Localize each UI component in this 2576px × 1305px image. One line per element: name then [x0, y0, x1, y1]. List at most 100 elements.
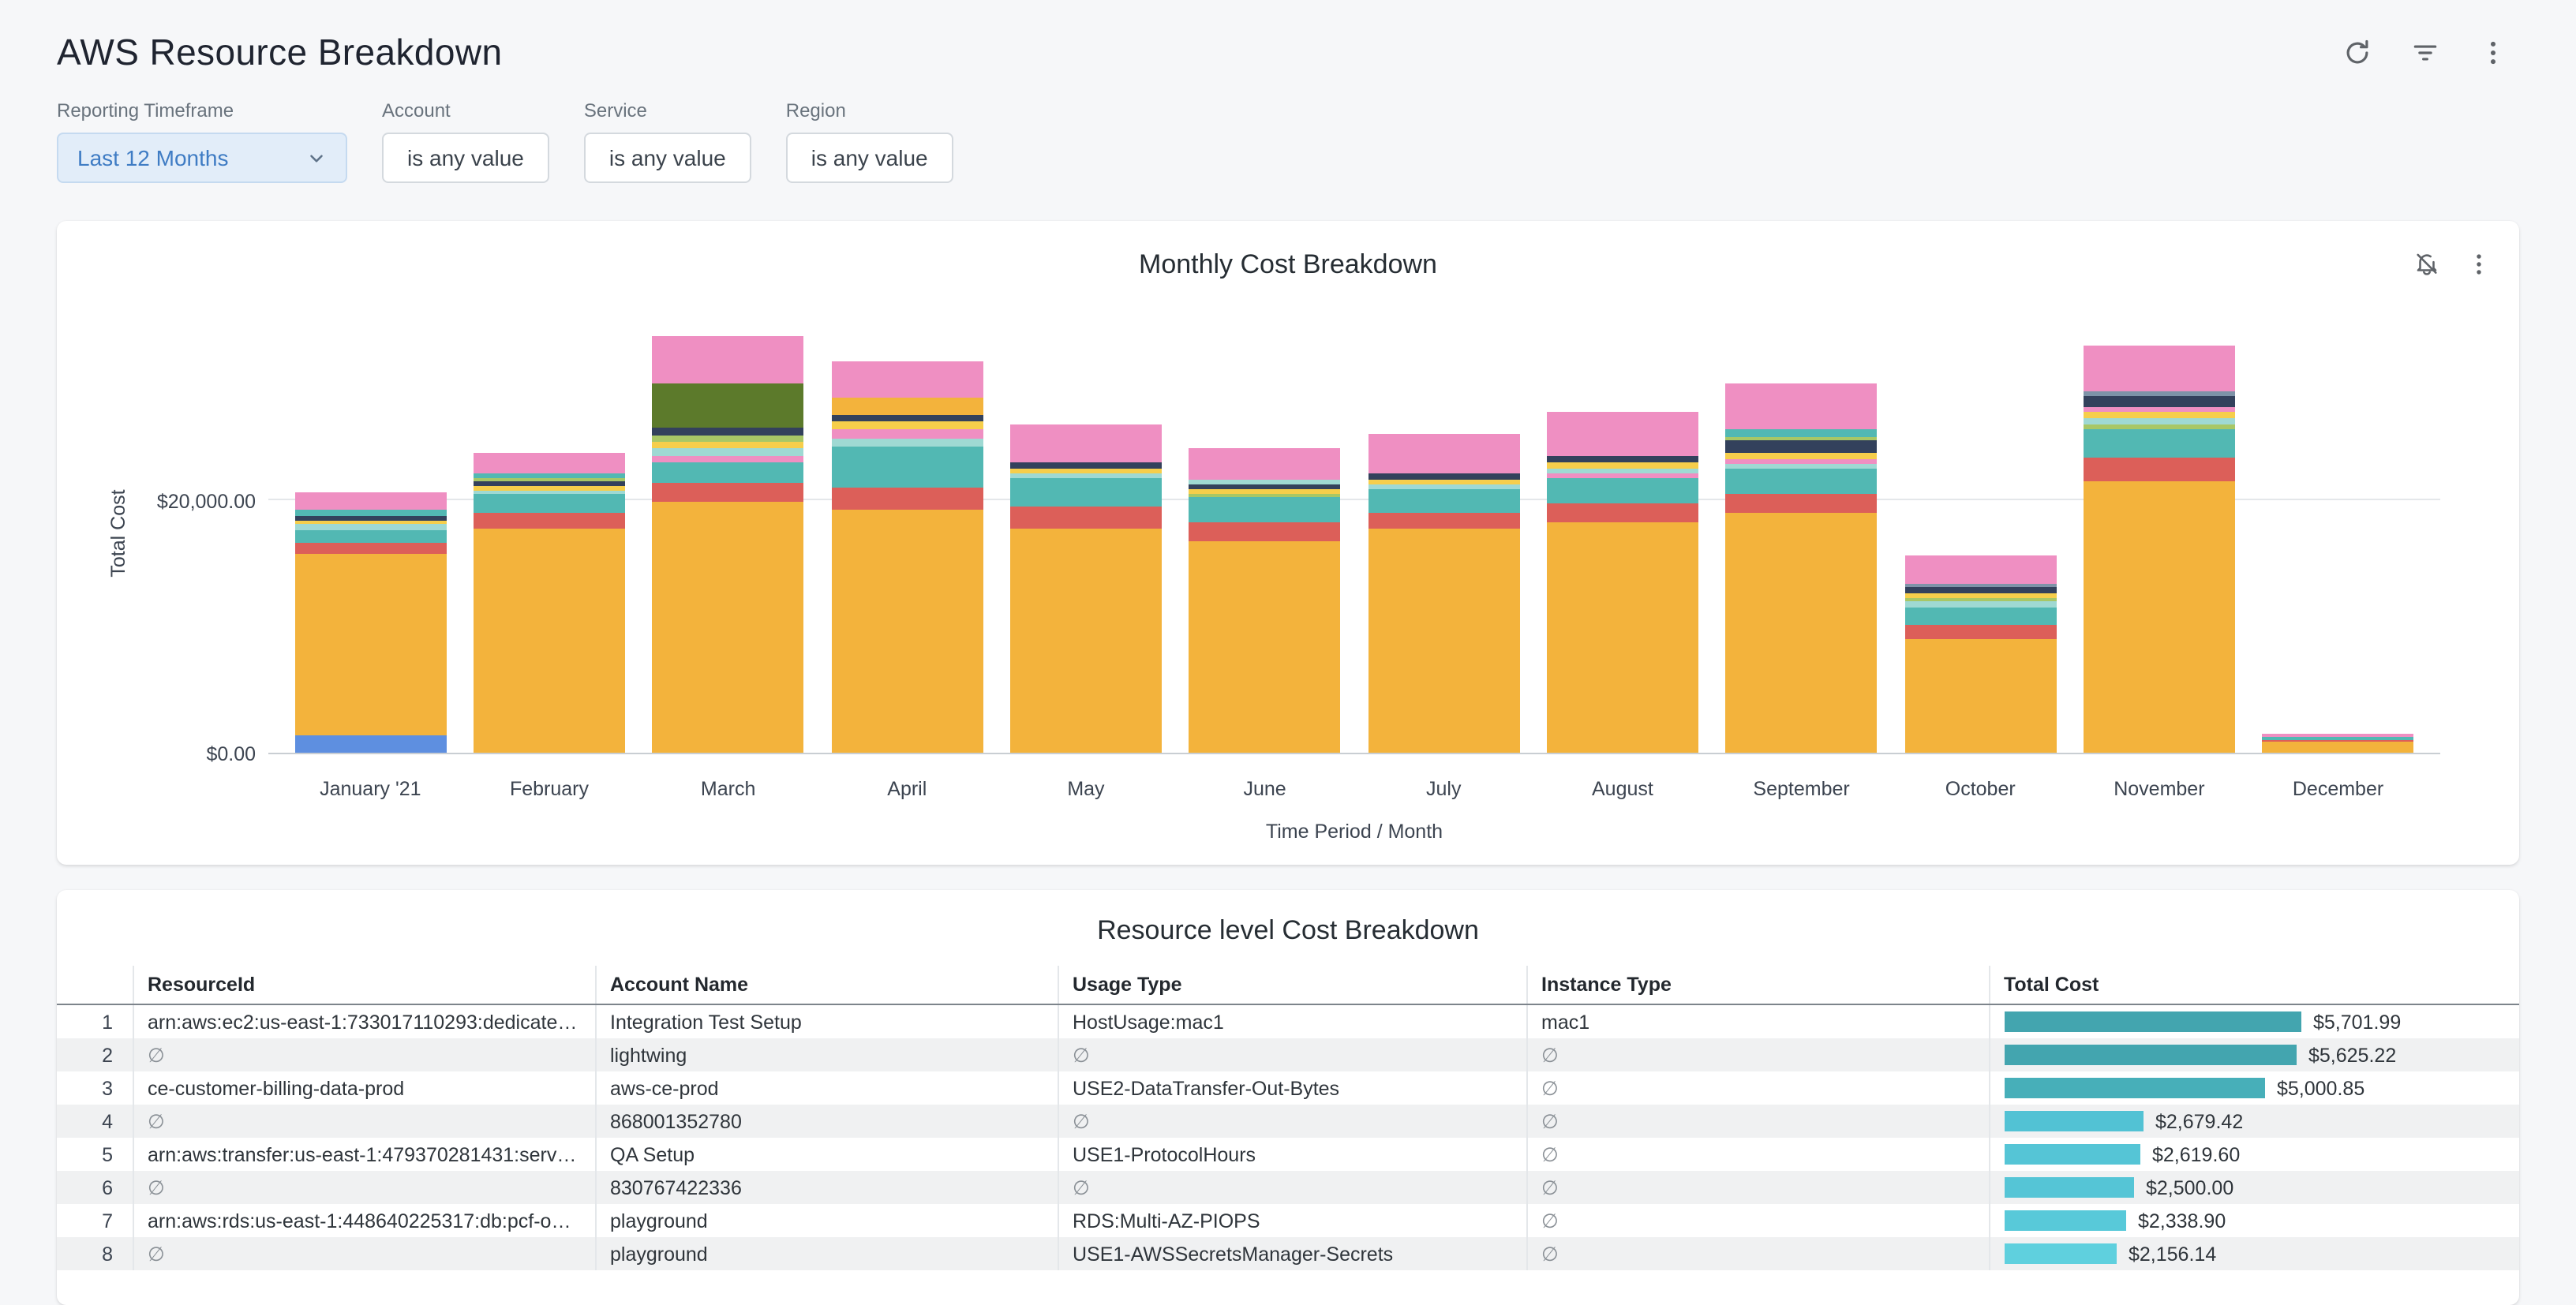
- bar-segment[interactable]: [1010, 462, 1162, 468]
- table-row[interactable]: 6∅830767422336∅∅$2,500.00: [57, 1171, 2519, 1204]
- bar-segment[interactable]: [831, 447, 983, 488]
- table-row[interactable]: 7arn:aws:rds:us-east-1:448640225317:db:p…: [57, 1204, 2519, 1237]
- bar-segment[interactable]: [1726, 494, 1878, 513]
- stacked-bar[interactable]: [474, 453, 625, 753]
- bar-segment[interactable]: [294, 543, 446, 555]
- bar-segment[interactable]: [831, 510, 983, 753]
- bar-segment[interactable]: [2084, 396, 2235, 407]
- bar-segment[interactable]: [1189, 541, 1341, 753]
- bar-segment[interactable]: [1726, 452, 1878, 458]
- bar-segment[interactable]: [1726, 384, 1878, 430]
- timeframe-select[interactable]: Last 12 Months: [57, 133, 347, 183]
- table-row[interactable]: 4∅868001352780∅∅$2,679.42: [57, 1105, 2519, 1138]
- stacked-bar[interactable]: [2263, 734, 2414, 753]
- bar-segment[interactable]: [831, 429, 983, 439]
- bar-segment[interactable]: [653, 436, 804, 442]
- table-row[interactable]: 5arn:aws:transfer:us-east-1:479370281431…: [57, 1138, 2519, 1171]
- bar-segment[interactable]: [831, 416, 983, 422]
- bar-segment[interactable]: [2084, 346, 2235, 391]
- bar-segment[interactable]: [653, 462, 804, 482]
- column-header[interactable]: Instance Type: [1526, 966, 1989, 1004]
- bar-segment[interactable]: [1547, 457, 1698, 463]
- account-filter-button[interactable]: is any value: [382, 133, 549, 183]
- bar-segment[interactable]: [474, 514, 625, 529]
- stacked-bar[interactable]: [653, 336, 804, 753]
- bar-segment[interactable]: [1010, 424, 1162, 462]
- bar-segment[interactable]: [1189, 448, 1341, 480]
- bar-segment[interactable]: [294, 530, 446, 543]
- bar-segment[interactable]: [653, 336, 804, 383]
- bar-segment[interactable]: [1904, 555, 2056, 584]
- bar-segment[interactable]: [2084, 413, 2235, 419]
- bar-segment[interactable]: [653, 442, 804, 448]
- bar-segment[interactable]: [294, 510, 446, 517]
- bar-segment[interactable]: [294, 735, 446, 753]
- service-filter-button[interactable]: is any value: [584, 133, 751, 183]
- bar-segment[interactable]: [653, 455, 804, 462]
- bar-segment[interactable]: [1726, 513, 1878, 753]
- column-header[interactable]: Total Cost: [1989, 966, 2519, 1004]
- bar-segment[interactable]: [831, 398, 983, 415]
- bar-segment[interactable]: [474, 495, 625, 514]
- bar-segment[interactable]: [831, 422, 983, 430]
- bar-segment[interactable]: [294, 524, 446, 529]
- bar-segment[interactable]: [2084, 429, 2235, 458]
- bar-segment[interactable]: [1547, 478, 1698, 503]
- bar-segment[interactable]: [474, 529, 625, 753]
- column-header[interactable]: Account Name: [595, 966, 1058, 1004]
- bar-segment[interactable]: [1547, 413, 1698, 457]
- bar-segment[interactable]: [653, 448, 804, 456]
- bar-segment[interactable]: [294, 492, 446, 510]
- bar-segment[interactable]: [831, 439, 983, 447]
- bar-segment[interactable]: [1368, 529, 1519, 753]
- bar-segment[interactable]: [1726, 469, 1878, 494]
- bar-segment[interactable]: [2084, 458, 2235, 481]
- bar-segment[interactable]: [1010, 529, 1162, 753]
- bar-segment[interactable]: [1368, 513, 1519, 529]
- bar-segment[interactable]: [1010, 507, 1162, 529]
- dashboard-menu-button[interactable]: [2473, 33, 2513, 73]
- bar-segment[interactable]: [1904, 625, 2056, 639]
- column-header[interactable]: ResourceId: [133, 966, 595, 1004]
- alert-button[interactable]: [2409, 246, 2445, 282]
- bar-segment[interactable]: [653, 502, 804, 753]
- region-filter-button[interactable]: is any value: [786, 133, 953, 183]
- stacked-bar[interactable]: [831, 361, 983, 753]
- bar-segment[interactable]: [1726, 430, 1878, 438]
- bar-segment[interactable]: [1368, 435, 1519, 474]
- chart-menu-button[interactable]: [2461, 246, 2497, 282]
- stacked-bar[interactable]: [294, 492, 446, 753]
- bar-segment[interactable]: [831, 488, 983, 510]
- bar-segment[interactable]: [294, 555, 446, 735]
- bar-segment[interactable]: [653, 428, 804, 436]
- table-row[interactable]: 1arn:aws:ec2:us-east-1:733017110293:dedi…: [57, 1004, 2519, 1038]
- bar-segment[interactable]: [474, 453, 625, 473]
- stacked-bar[interactable]: [1547, 413, 1698, 753]
- table-row[interactable]: 2∅lightwing∅∅$5,625.22: [57, 1038, 2519, 1071]
- bar-segment[interactable]: [1904, 587, 2056, 593]
- bar-segment[interactable]: [1368, 489, 1519, 513]
- bar-segment[interactable]: [2263, 742, 2414, 753]
- table-row[interactable]: 3ce-customer-billing-data-prodaws-ce-pro…: [57, 1071, 2519, 1105]
- stacked-bar[interactable]: [1010, 424, 1162, 753]
- filters-toggle-button[interactable]: [2406, 33, 2445, 73]
- bar-segment[interactable]: [1547, 522, 1698, 753]
- table-row[interactable]: 8∅playgroundUSE1-AWSSecretsManager-Secre…: [57, 1237, 2519, 1270]
- bar-segment[interactable]: [1547, 503, 1698, 522]
- bar-segment[interactable]: [1726, 441, 1878, 452]
- bar-segment[interactable]: [1904, 639, 2056, 753]
- stacked-bar[interactable]: [1189, 448, 1341, 753]
- stacked-bar[interactable]: [2084, 346, 2235, 753]
- bar-segment[interactable]: [653, 383, 804, 428]
- bar-segment[interactable]: [1904, 601, 2056, 608]
- bar-segment[interactable]: [653, 483, 804, 502]
- bar-segment[interactable]: [2084, 481, 2235, 753]
- stacked-bar[interactable]: [1726, 384, 1878, 753]
- column-header[interactable]: Usage Type: [1058, 966, 1526, 1004]
- bar-segment[interactable]: [1010, 478, 1162, 507]
- stacked-bar[interactable]: [1904, 555, 2056, 753]
- bar-segment[interactable]: [1368, 473, 1519, 480]
- bar-segment[interactable]: [1904, 608, 2056, 625]
- bar-segment[interactable]: [831, 361, 983, 398]
- refresh-button[interactable]: [2338, 33, 2377, 73]
